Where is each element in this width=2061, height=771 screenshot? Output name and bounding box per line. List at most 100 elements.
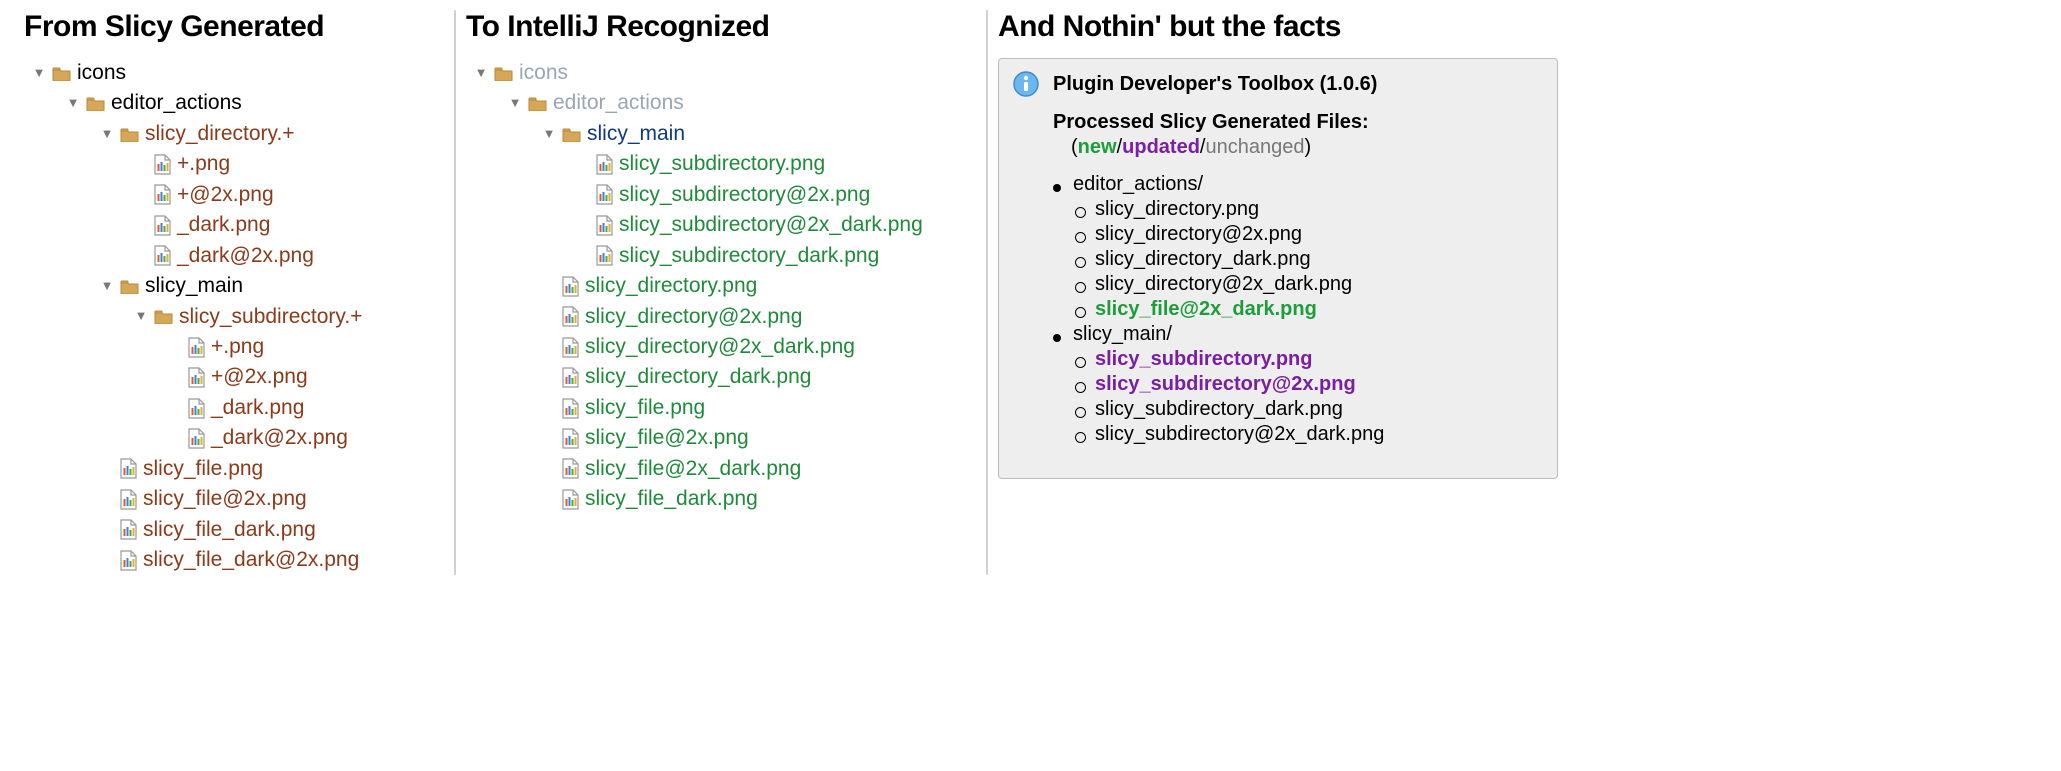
tree-file[interactable]: ▼ slicy_directory_dark.png [540,362,976,392]
tree-file[interactable]: ▼ +.png [166,332,444,362]
tree-file[interactable]: ▼ slicy_file@2x.png [98,484,444,514]
disclosure-triangle-icon[interactable]: ▼ [540,125,558,144]
tree-folder[interactable]: ▼ icons [30,58,444,88]
tree-file[interactable]: ▼ slicy_subdirectory_dark.png [574,241,976,271]
tree-file[interactable]: ▼ +@2x.png [132,180,444,210]
tree-file[interactable]: ▼ _dark@2x.png [132,241,444,271]
image-file-icon [596,215,613,236]
tree-node-label: slicy_file_dark@2x.png [143,545,359,575]
tree-node-label: +.png [177,149,230,179]
tree-node-label: +@2x.png [211,362,308,392]
tree-node-label: slicy_subdirectory@2x_dark.png [619,210,923,240]
panel-file-name: slicy_directory@2x_dark.png [1095,273,1352,295]
tree-file[interactable]: ▼ slicy_file_dark.png [98,515,444,545]
tree-file[interactable]: ▼ +.png [132,149,444,179]
panel-file-name: slicy_subdirectory_dark.png [1095,398,1343,420]
tree-file[interactable]: ▼ slicy_directory@2x.png [540,302,976,332]
tree-node-label: slicy_subdirectory_dark.png [619,241,879,271]
tree-node-label: slicy_directory.png [585,271,757,301]
tree-file[interactable]: ▼ slicy_file_dark.png [540,484,976,514]
info-panel: Plugin Developer's Toolbox (1.0.6) Proce… [998,58,1558,479]
tree-node-label: editor_actions [553,88,684,118]
tree-file[interactable]: ▼ +@2x.png [166,362,444,392]
tree-node-label: +.png [211,332,264,362]
folder-icon [52,66,71,81]
panel-subtitle: Processed Slicy Generated Files: [1053,111,1541,134]
folder-icon [528,96,547,111]
folder-icon [86,96,105,111]
panel-file-name: slicy_subdirectory.png [1095,348,1312,370]
disclosure-triangle-icon[interactable]: ▼ [98,277,116,296]
tree-folder[interactable]: ▼ slicy_main [98,271,444,301]
tree-folder[interactable]: ▼ slicy_main [540,119,976,149]
panel-file-name: slicy_directory@2x.png [1095,223,1302,245]
image-file-icon [562,428,579,449]
tree-node-label: slicy_directory.+ [145,119,295,149]
image-file-icon [188,337,205,358]
image-file-icon [188,428,205,449]
tree-node-label: slicy_file_dark.png [143,515,316,545]
disclosure-triangle-icon[interactable]: ▼ [472,64,490,83]
image-file-icon [596,245,613,266]
image-file-icon [120,489,137,510]
file-tree-slicy[interactable]: ▼ icons▼ editor_actions▼ slicy_directory… [24,58,444,575]
tree-node-label: +@2x.png [177,180,274,210]
column-separator [986,10,988,575]
heading-col2: To IntelliJ Recognized [466,10,976,44]
image-file-icon [562,276,579,297]
image-file-icon [154,215,171,236]
tree-file[interactable]: ▼ slicy_file_dark@2x.png [98,545,444,575]
panel-file-item: slicy_subdirectory_dark.png [1073,398,1541,421]
folder-icon [562,127,581,142]
panel-file-name: slicy_directory.png [1095,198,1259,220]
disclosure-triangle-icon[interactable]: ▼ [64,94,82,113]
folder-icon [120,127,139,142]
tree-file[interactable]: ▼ _dark@2x.png [166,423,444,453]
tree-folder[interactable]: ▼ editor_actions [506,88,976,118]
tree-folder[interactable]: ▼ icons [472,58,976,88]
tree-file[interactable]: ▼ slicy_file@2x.png [540,423,976,453]
image-file-icon [154,154,171,175]
tree-node-label: _dark.png [211,393,304,423]
disclosure-triangle-icon[interactable]: ▼ [132,307,150,326]
tree-folder[interactable]: ▼ slicy_subdirectory.+ [132,302,444,332]
panel-file-name: slicy_file@2x_dark.png [1095,298,1317,320]
disclosure-triangle-icon[interactable]: ▼ [98,125,116,144]
panel-group: editor_actions/slicy_directory.pngslicy_… [1053,173,1541,321]
tree-file[interactable]: ▼ slicy_subdirectory@2x.png [574,180,976,210]
panel-file-item: slicy_subdirectory@2x.png [1073,373,1541,396]
file-tree-intellij[interactable]: ▼ icons▼ editor_actions▼ slicy_main▼ sli… [466,58,976,515]
tree-file[interactable]: ▼ slicy_file.png [98,454,444,484]
folder-icon [154,309,173,324]
disclosure-triangle-icon[interactable]: ▼ [506,94,524,113]
image-file-icon [120,519,137,540]
image-file-icon [562,489,579,510]
tree-node-label: slicy_main [587,119,685,149]
tree-node-label: slicy_file@2x_dark.png [585,454,801,484]
tree-file[interactable]: ▼ slicy_subdirectory.png [574,149,976,179]
tree-node-label: slicy_subdirectory.png [619,149,825,179]
tree-file[interactable]: ▼ _dark.png [166,393,444,423]
image-file-icon [562,367,579,388]
heading-col1: From Slicy Generated [24,10,444,44]
folder-icon [120,279,139,294]
tree-folder[interactable]: ▼ slicy_directory.+ [98,119,444,149]
tree-node-label: slicy_file.png [585,393,705,423]
panel-file-item: slicy_directory.png [1073,198,1541,221]
tree-node-label: slicy_directory@2x_dark.png [585,332,855,362]
tree-folder[interactable]: ▼ editor_actions [64,88,444,118]
column-facts: And Nothin' but the facts Plugin Develop… [998,10,1558,575]
image-file-icon [562,458,579,479]
image-file-icon [562,306,579,327]
tree-file[interactable]: ▼ slicy_file.png [540,393,976,423]
tree-node-label: slicy_directory_dark.png [585,362,811,392]
tree-file[interactable]: ▼ slicy_directory.png [540,271,976,301]
tree-node-label: _dark@2x.png [177,241,314,271]
disclosure-triangle-icon[interactable]: ▼ [30,64,48,83]
tree-file[interactable]: ▼ slicy_directory@2x_dark.png [540,332,976,362]
panel-file-item: slicy_subdirectory.png [1073,348,1541,371]
panel-file-item: slicy_subdirectory@2x_dark.png [1073,423,1541,446]
tree-file[interactable]: ▼ _dark.png [132,210,444,240]
tree-file[interactable]: ▼ slicy_subdirectory@2x_dark.png [574,210,976,240]
tree-file[interactable]: ▼ slicy_file@2x_dark.png [540,454,976,484]
